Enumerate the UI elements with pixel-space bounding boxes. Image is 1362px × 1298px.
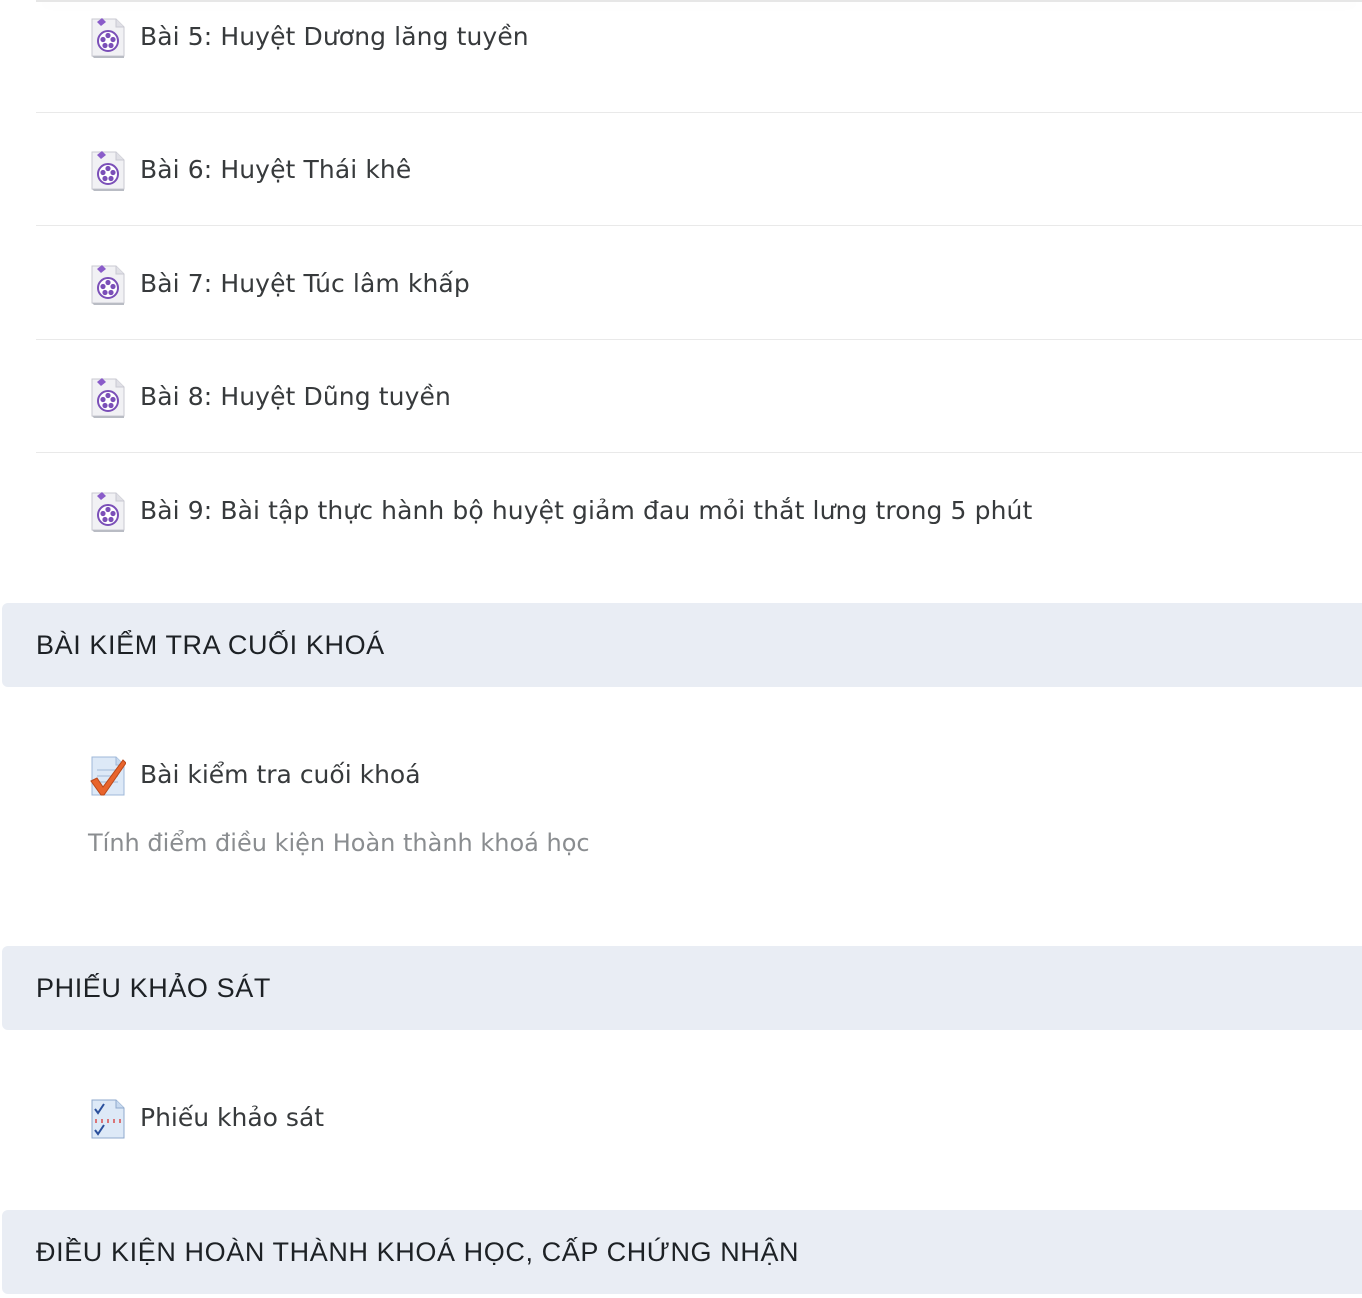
- video-file-icon: [88, 490, 126, 532]
- section-title: PHIẾU KHẢO SÁT: [36, 973, 271, 1003]
- list-item: Bài 6: Huyệt Thái khê: [36, 113, 1362, 226]
- lesson-link-5[interactable]: Bài 5: Huyệt Dương lăng tuyền: [88, 16, 529, 58]
- survey-icon: [88, 1097, 126, 1139]
- lesson-link-6[interactable]: Bài 6: Huyệt Thái khê: [88, 149, 411, 191]
- video-file-icon: [88, 149, 126, 191]
- lesson-title: Bài 6: Huyệt Thái khê: [140, 155, 412, 184]
- activity-description: Tính điểm điều kiện Hoàn thành khoá học: [88, 829, 590, 857]
- section-title: BÀI KIỂM TRA CUỐI KHOÁ: [36, 630, 385, 660]
- list-item: Bài 5: Huyệt Dương lăng tuyền: [36, 0, 1362, 113]
- video-file-icon: [88, 263, 126, 305]
- video-file-icon: [88, 16, 126, 58]
- list-item: Bài 7: Huyệt Túc lâm khấp: [36, 227, 1362, 340]
- lesson-title: Bài 7: Huyệt Túc lâm khấp: [140, 269, 470, 298]
- section-header-final-test[interactable]: BÀI KIỂM TRA CUỐI KHOÁ: [2, 603, 1362, 687]
- activity-survey[interactable]: Phiếu khảo sát: [88, 1097, 324, 1139]
- section-title: ĐIỀU KIỆN HOÀN THÀNH KHOÁ HỌC, CẤP CHỨNG…: [36, 1237, 800, 1267]
- list-item: Bài 9: Bài tập thực hành bộ huyệt giảm đ…: [36, 454, 1362, 567]
- quiz-icon: [88, 754, 127, 796]
- list-item: Bài 8: Huyệt Dũng tuyền: [36, 340, 1362, 453]
- lesson-link-7[interactable]: Bài 7: Huyệt Túc lâm khấp: [88, 263, 470, 305]
- section-header-survey[interactable]: PHIẾU KHẢO SÁT: [2, 946, 1362, 1030]
- activity-title: Bài kiểm tra cuối khoá: [140, 760, 421, 789]
- course-page: Bài 5: Huyệt Dương lăng tuyền Bài 6: Huy…: [0, 0, 1362, 1298]
- lesson-link-8[interactable]: Bài 8: Huyệt Dũng tuyền: [88, 376, 451, 418]
- lesson-title: Bài 9: Bài tập thực hành bộ huyệt giảm đ…: [140, 496, 1033, 525]
- lesson-title: Bài 5: Huyệt Dương lăng tuyền: [140, 22, 529, 51]
- lesson-link-9[interactable]: Bài 9: Bài tập thực hành bộ huyệt giảm đ…: [88, 490, 1032, 532]
- section-header-completion[interactable]: ĐIỀU KIỆN HOÀN THÀNH KHOÁ HỌC, CẤP CHỨNG…: [2, 1210, 1362, 1294]
- video-file-icon: [88, 376, 126, 418]
- lesson-title: Bài 8: Huyệt Dũng tuyền: [140, 382, 451, 411]
- activity-final-quiz[interactable]: Bài kiểm tra cuối khoá: [88, 754, 421, 796]
- activity-title: Phiếu khảo sát: [140, 1103, 325, 1132]
